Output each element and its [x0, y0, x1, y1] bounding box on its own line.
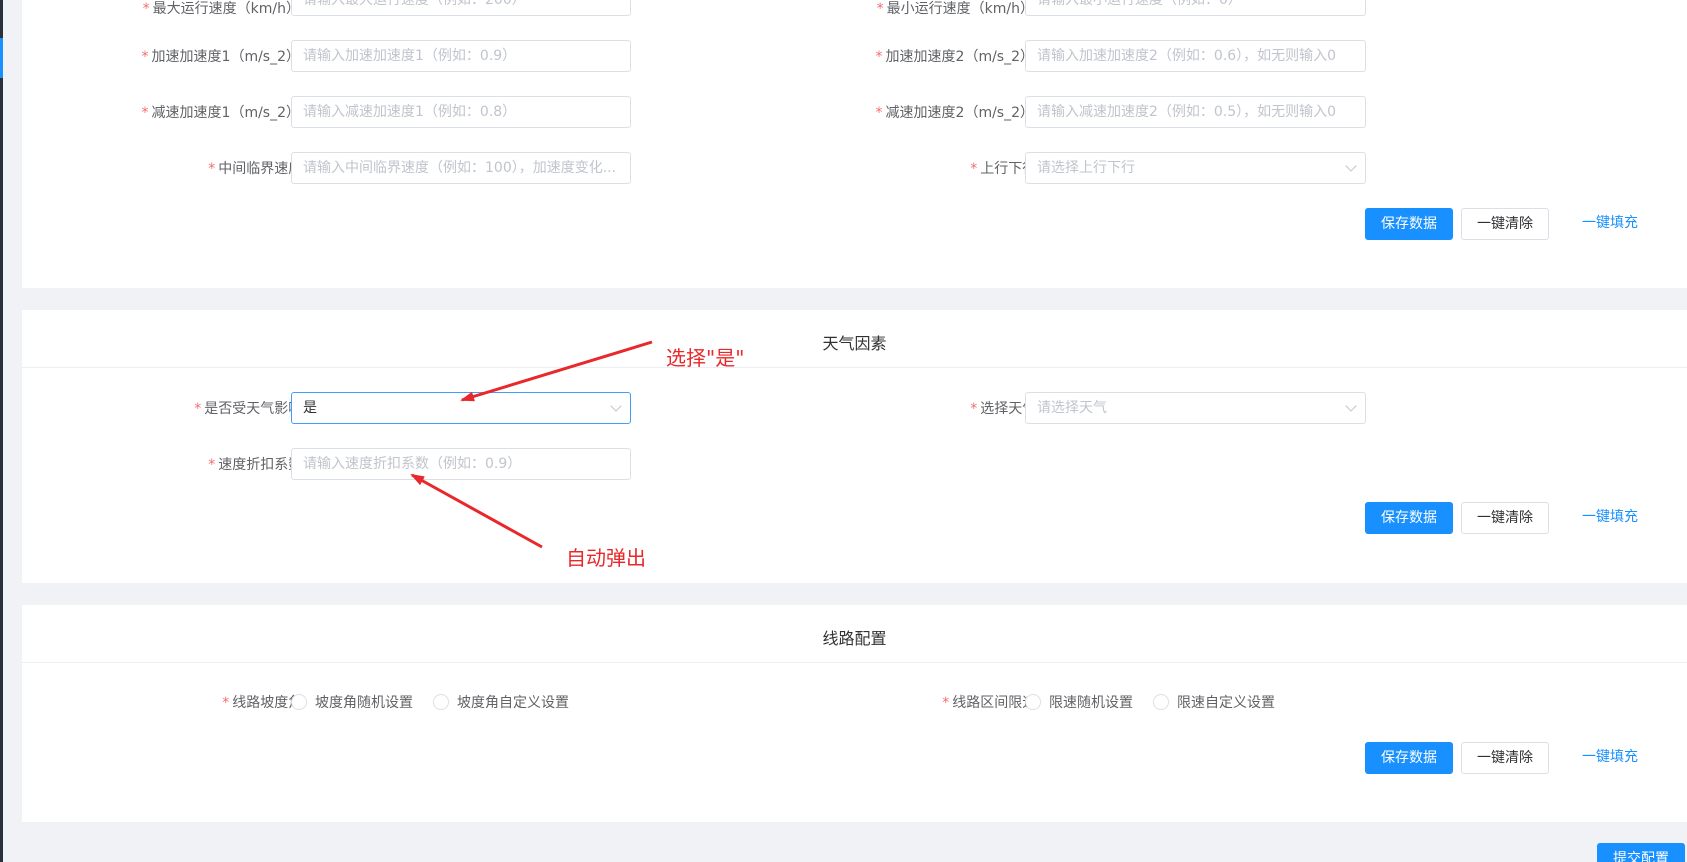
direction-select-placeholder: 请选择上行下行	[1037, 160, 1135, 176]
weather-card-title: 天气因素	[822, 334, 887, 353]
chevron-down-icon	[1345, 160, 1357, 172]
select-weather-select[interactable]: 请选择天气	[1025, 392, 1366, 424]
route-card: 线路配置 * 线路坡度角: 坡度角随机设置 坡度角自定义设置 * 线路区间限速: 限…	[22, 605, 1687, 822]
sidebar-active-indicator	[0, 38, 3, 78]
decel1-input[interactable]: 请输入减速加速度1（例如：0.8）	[291, 96, 631, 128]
weather-affected-select[interactable]: 是	[291, 392, 631, 424]
min-speed-input[interactable]: 请输入最小运行速度（例如：0）	[1025, 0, 1366, 16]
autofill-button-basic[interactable]: 一键填充	[1570, 208, 1650, 240]
weather-card: 天气因素 * 是否受天气影响: 是 * 选择天气: 请选择天气 * 速度折扣系数: 请…	[22, 310, 1687, 583]
weather-card-divider	[22, 367, 1687, 368]
speed-limit-radio-group: 限速随机设置 限速自定义设置	[1025, 692, 1295, 712]
save-button-route[interactable]: 保存数据	[1365, 742, 1453, 774]
clear-button-weather[interactable]: 一键清除	[1461, 502, 1549, 534]
basic-params-card: * 最大运行速度（km/h）： 请输入最大运行速度（例如：200） * 最小运行速度…	[22, 0, 1687, 288]
accel1-label: * 加速加速度1（m/s_2）：	[141, 49, 307, 65]
max-speed-label: * 最大运行速度（km/h）：	[142, 1, 307, 17]
autofill-button-weather[interactable]: 一键填充	[1570, 502, 1650, 534]
annotation-select-yes: 选择"是"	[666, 346, 745, 370]
sidebar-edge	[0, 0, 3, 862]
annotation-auto-popup: 自动弹出	[566, 546, 646, 570]
weather-affected-value: 是	[303, 400, 317, 416]
limit-custom-radio[interactable]: 限速自定义设置	[1153, 692, 1275, 712]
save-button-basic[interactable]: 保存数据	[1365, 208, 1453, 240]
decel2-input[interactable]: 请输入减速加速度2（例如：0.5），如无则输入0	[1025, 96, 1366, 128]
decel1-label: * 减速加速度1（m/s_2）：	[141, 105, 307, 121]
autofill-button-route[interactable]: 一键填充	[1570, 742, 1650, 774]
critical-speed-input[interactable]: 请输入中间临界速度（例如：100），加速度变化...	[291, 152, 631, 184]
radio-circle[interactable]	[1025, 694, 1041, 710]
limit-random-radio[interactable]: 限速随机设置	[1025, 692, 1133, 712]
route-card-divider	[22, 662, 1687, 663]
select-weather-placeholder: 请选择天气	[1037, 400, 1107, 416]
accel2-label: * 加速加速度2（m/s_2）：	[875, 49, 1041, 65]
save-button-weather[interactable]: 保存数据	[1365, 502, 1453, 534]
decel2-label: * 减速加速度2（m/s_2）：	[875, 105, 1041, 121]
accel1-input[interactable]: 请输入加速加速度1（例如：0.9）	[291, 40, 631, 72]
min-speed-label: * 最小运行速度（km/h）：	[876, 1, 1041, 17]
direction-select[interactable]: 请选择上行下行	[1025, 152, 1366, 184]
accel2-input[interactable]: 请输入加速加速度2（例如：0.6），如无则输入0	[1025, 40, 1366, 72]
submit-config-button[interactable]: 提交配置	[1597, 843, 1685, 862]
clear-button-basic[interactable]: 一键清除	[1461, 208, 1549, 240]
route-card-title: 线路配置	[822, 629, 887, 648]
chevron-down-icon	[1345, 400, 1357, 412]
max-speed-input[interactable]: 请输入最大运行速度（例如：200）	[291, 0, 631, 16]
slope-random-radio[interactable]: 坡度角随机设置	[291, 692, 413, 712]
radio-circle[interactable]	[291, 694, 307, 710]
speed-discount-input[interactable]: 请输入速度折扣系数（例如：0.9）	[291, 448, 631, 480]
radio-circle[interactable]	[433, 694, 449, 710]
slope-radio-group: 坡度角随机设置 坡度角自定义设置	[291, 692, 589, 712]
chevron-down-icon	[610, 400, 622, 412]
slope-custom-radio[interactable]: 坡度角自定义设置	[433, 692, 569, 712]
radio-circle[interactable]	[1153, 694, 1169, 710]
clear-button-route[interactable]: 一键清除	[1461, 742, 1549, 774]
